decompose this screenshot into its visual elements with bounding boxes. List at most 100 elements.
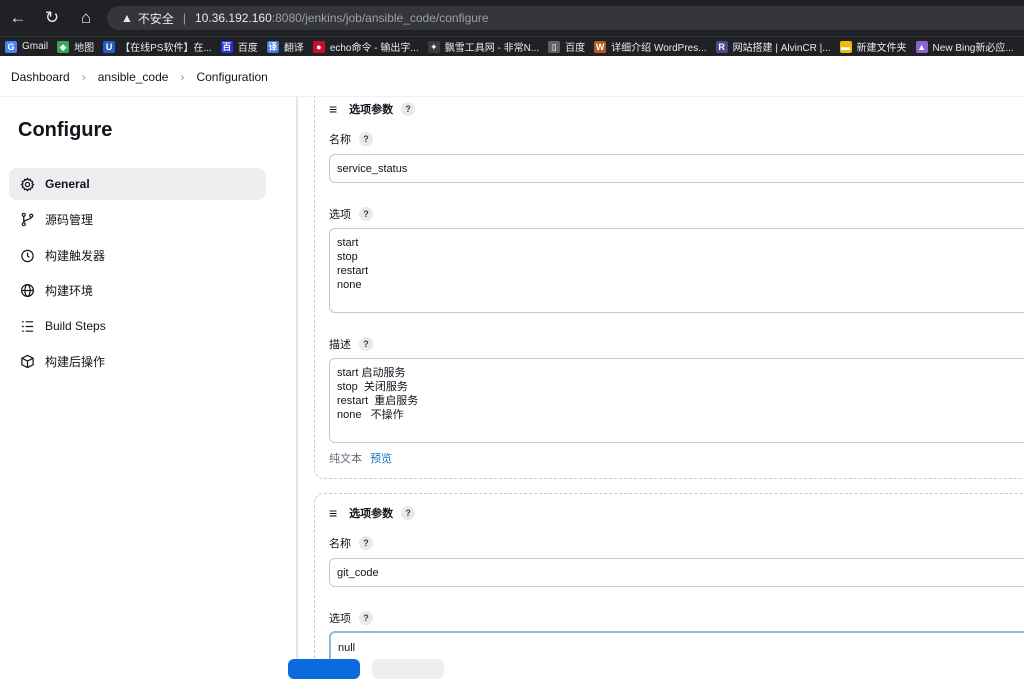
- branch-icon: [19, 211, 35, 227]
- bookmarks-bar: G Gmail ◆ 地图 U 【在线PS软件】在... 百百度译翻译 ● echo命令 - 输出…: [0, 36, 1024, 56]
- sidebar-item-label: 构建环境: [45, 283, 94, 298]
- choice-parameter-card: ≡ 选项参数 ? 名称 ? git_code 选项 ? null: [314, 493, 1024, 668]
- bookmark-item[interactable]: G Gmail: [5, 40, 49, 53]
- browser-toolbar: ← ↻ ⌂ ▲ 不安全 | 10.36.192.160 :8080/jenkin…: [0, 0, 1024, 36]
- timer-icon: [19, 247, 35, 263]
- config-form: ≡ 选项参数 ? 名称 ? service_status 选项 ? start …: [298, 97, 1024, 668]
- gear-icon: [19, 176, 35, 192]
- description-label-text: 描述: [329, 339, 351, 351]
- name-label: 名称 ?: [329, 535, 373, 551]
- folder-icon: ▬: [839, 40, 852, 53]
- bookmark-label: echo命令 - 输出字...: [329, 43, 419, 54]
- choices-label: 选项 ?: [329, 610, 373, 626]
- bookmark-item[interactable]: 译翻译: [266, 39, 304, 54]
- bookmark-label: Gmail: [22, 41, 49, 52]
- bookmark-label: 网站搭建 | AlvinCR |...: [732, 43, 831, 54]
- drag-handle-icon[interactable]: ≡: [329, 101, 337, 117]
- name-label-text: 名称: [329, 134, 351, 146]
- card-title: 选项参数: [349, 508, 394, 520]
- help-icon[interactable]: ?: [359, 337, 373, 351]
- help-icon[interactable]: ?: [359, 132, 373, 146]
- apply-button[interactable]: [372, 659, 444, 679]
- bookmark-item[interactable]: R 网站搭建 | AlvinCR |...: [715, 39, 831, 54]
- bookmark-label: 详细介绍 WordPres...: [611, 43, 707, 54]
- help-icon[interactable]: ?: [401, 506, 416, 520]
- sidebar-item-general[interactable]: General: [9, 168, 266, 200]
- description-label: 描述 ?: [329, 336, 373, 352]
- name-label-text: 名称: [329, 538, 351, 550]
- tool-icon: ✦: [427, 40, 440, 53]
- address-bar[interactable]: ▲ 不安全 | 10.36.192.160 :8080/jenkins/job/…: [107, 6, 1024, 30]
- bookmark-item[interactable]: U 【在线PS软件】在...: [103, 39, 212, 54]
- page-icon: ▯: [548, 40, 561, 53]
- echo-icon: ●: [312, 40, 325, 53]
- help-icon[interactable]: ?: [359, 611, 373, 625]
- baidu-icon: 百: [220, 40, 233, 53]
- bing-icon: ▲: [915, 40, 928, 53]
- google-icon: G: [5, 40, 17, 53]
- package-icon: [19, 353, 35, 369]
- name-input[interactable]: git_code: [329, 558, 1024, 587]
- url-path: :8080/jenkins/job/ansible_code/configure: [271, 11, 489, 25]
- breadcrumb: Dashboard › ansible_code › Configuration: [0, 57, 1024, 97]
- card-header: ≡ 选项参数 ?: [329, 505, 416, 521]
- ps-icon: U: [103, 40, 116, 53]
- sidebar-item-environment[interactable]: 构建环境: [9, 274, 266, 306]
- sidebar-item-label: General: [45, 177, 90, 191]
- reload-icon[interactable]: ↻: [38, 4, 66, 32]
- bookmark-label: 【在线PS软件】在...: [120, 43, 212, 54]
- sidebar-item-build-steps[interactable]: Build Steps: [9, 310, 266, 342]
- bookmark-item[interactable]: ▲ New Bing新必应...: [915, 39, 1014, 54]
- chevron-right-icon: ›: [81, 69, 86, 84]
- help-icon[interactable]: ?: [359, 207, 373, 221]
- sidebar-item-scm[interactable]: 源码管理: [9, 203, 266, 235]
- bookmark-item[interactable]: ● echo命令 - 输出字...: [312, 39, 419, 54]
- sidebar-item-triggers[interactable]: 构建触发器: [9, 239, 266, 271]
- bookmark-label: 百度: [237, 43, 258, 54]
- bookmark-item[interactable]: 百百度: [220, 39, 258, 54]
- bookmark-label: New Bing新必应...: [932, 43, 1014, 54]
- bookmark-label: 飘雪工具网 - 非常N...: [444, 43, 540, 54]
- page-title: Configure: [18, 119, 113, 141]
- bookmark-item[interactable]: ▯ 百度: [548, 39, 585, 54]
- choices-label: 选项 ?: [329, 206, 373, 222]
- drag-handle-icon[interactable]: ≡: [329, 505, 337, 521]
- breadcrumb-dashboard[interactable]: Dashboard: [11, 66, 70, 88]
- help-icon[interactable]: ?: [401, 102, 416, 116]
- security-label: 不安全: [137, 11, 174, 26]
- sidebar-item-label: 源码管理: [45, 212, 94, 227]
- bookmark-item[interactable]: ◆ 地图: [57, 39, 94, 54]
- sidebar-item-label: 构建触发器: [45, 248, 106, 263]
- sidebar-item-label: Build Steps: [45, 319, 106, 333]
- wordpress-icon: W: [594, 40, 607, 53]
- sidebar-item-label: 构建后操作: [45, 354, 106, 369]
- breadcrumb-job[interactable]: ansible_code: [98, 66, 169, 88]
- preview-link[interactable]: 预览: [370, 453, 392, 465]
- bookmark-item[interactable]: ▬ 新建文件夹: [839, 39, 907, 54]
- address-separator: |: [182, 11, 187, 25]
- card-header: ≡ 选项参数 ?: [329, 101, 416, 117]
- globe-icon: [19, 282, 35, 298]
- description-textarea[interactable]: start 启动服务 stop 关闭服务 restart 重启服务 none 不…: [329, 358, 1024, 443]
- save-button[interactable]: [288, 659, 360, 679]
- maps-icon: ◆: [57, 40, 70, 53]
- choices-label-text: 选项: [329, 209, 351, 221]
- sidebar-item-post-build[interactable]: 构建后操作: [9, 345, 266, 377]
- chevron-right-icon: ›: [180, 69, 185, 84]
- bookmark-item[interactable]: ✦ 飘雪工具网 - 非常N...: [427, 39, 540, 54]
- breadcrumb-configuration[interactable]: Configuration: [196, 66, 267, 88]
- choices-textarea[interactable]: start stop restart none: [329, 228, 1024, 313]
- home-icon[interactable]: ⌂: [72, 4, 100, 32]
- site-icon: R: [715, 40, 728, 53]
- card-title: 选项参数: [349, 104, 394, 116]
- help-icon[interactable]: ?: [359, 536, 373, 550]
- bookmark-item[interactable]: W 详细介绍 WordPres...: [594, 39, 707, 54]
- warning-icon: ▲: [121, 11, 133, 25]
- name-input[interactable]: service_status: [329, 154, 1024, 183]
- url-host: 10.36.192.160: [195, 11, 272, 25]
- choice-parameter-card: ≡ 选项参数 ? 名称 ? service_status 选项 ? start …: [314, 97, 1024, 479]
- sidebar: Configure General 源码管理 构建触发器 构建环境 Build …: [0, 97, 296, 668]
- bookmark-label: 新建文件夹: [856, 43, 907, 54]
- back-icon[interactable]: ←: [4, 4, 32, 32]
- plain-text-label: 纯文本: [329, 453, 362, 465]
